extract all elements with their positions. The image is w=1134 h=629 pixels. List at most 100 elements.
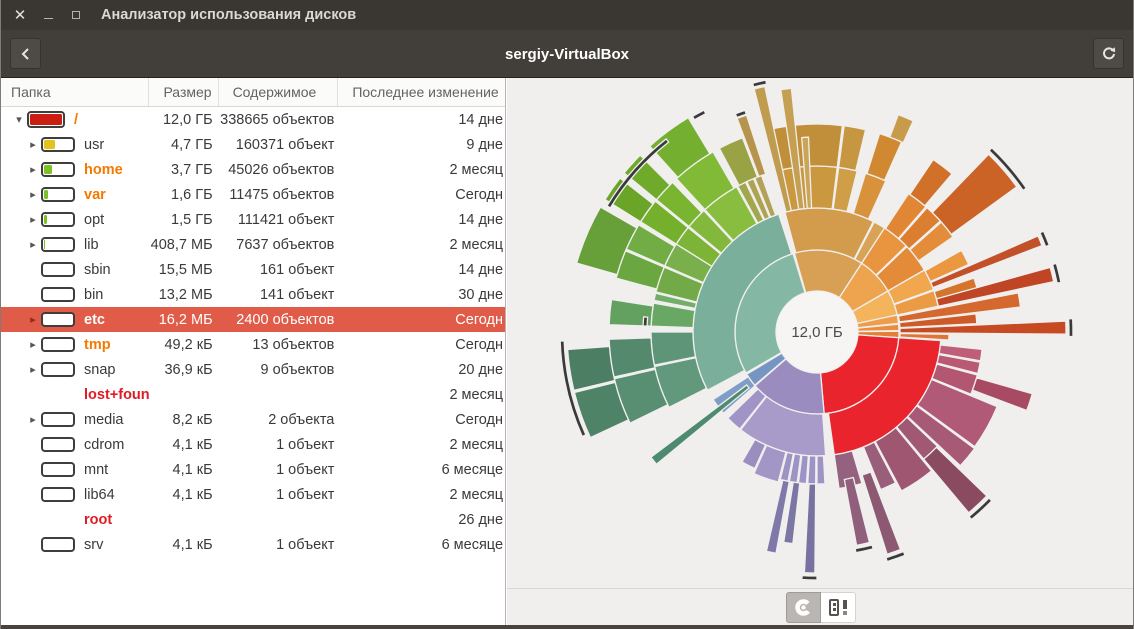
cell-contents: 160371 объект: [219, 132, 339, 157]
cell-contents: 1 объект: [219, 457, 339, 482]
usage-bar-icon: [41, 412, 75, 427]
chart-segment[interactable]: [804, 484, 815, 573]
location-title: sergiy-VirtualBox: [1, 30, 1133, 78]
maximize-icon[interactable]: [69, 8, 83, 22]
chart-segment[interactable]: [817, 456, 825, 484]
folder-name: lost+found: [84, 387, 149, 403]
cell-size: 49,2 кБ: [149, 332, 219, 357]
folder-name: tmp: [84, 337, 111, 353]
chart-segment[interactable]: [890, 115, 913, 143]
expander-closed-icon[interactable]: ▸: [25, 413, 41, 426]
cell-modified: 2 месяц: [338, 432, 505, 457]
cell-contents: 1 объект: [219, 532, 339, 557]
table-row[interactable]: ▸media8,2 кБ2 объектаСегодн: [1, 407, 505, 432]
chart-center-label: 12,0 ГБ: [791, 324, 842, 341]
cell-contents: 11475 объектов: [219, 182, 339, 207]
folder-name: root: [84, 512, 112, 528]
expander-closed-icon[interactable]: ▸: [25, 363, 41, 376]
usage-bar-icon: [41, 362, 75, 377]
table-row[interactable]: bin13,2 МБ141 объект30 дне: [1, 282, 505, 307]
table-row[interactable]: sbin15,5 МБ161 объект14 дне: [1, 257, 505, 282]
folder-table: Папка Размер Содержимое Последнее измене…: [1, 78, 506, 625]
expander-closed-icon[interactable]: ▸: [25, 338, 41, 351]
minimize-icon[interactable]: [41, 8, 55, 22]
folder-name: media: [84, 412, 124, 428]
chart-segment[interactable]: [867, 134, 902, 181]
window-title: Анализатор использования дисков: [101, 7, 356, 23]
table-row[interactable]: cdrom4,1 кБ1 объект2 месяц: [1, 432, 505, 457]
cell-contents: 1 объект: [219, 432, 339, 457]
chart-segment[interactable]: [1069, 319, 1073, 337]
expander-open-icon[interactable]: ▾: [11, 113, 27, 126]
table-row[interactable]: ▸var1,6 ГБ11475 объектовСегодн: [1, 182, 505, 207]
folder-name: usr: [84, 137, 104, 153]
treemap-chart-icon: [829, 599, 847, 616]
table-row[interactable]: lib644,1 кБ1 объект2 месяц: [1, 482, 505, 507]
chart-segment[interactable]: [808, 456, 816, 484]
cell-size: 12,0 ГБ: [149, 107, 219, 132]
chart-segment[interactable]: [839, 126, 866, 171]
expander-closed-icon[interactable]: ▸: [25, 213, 41, 226]
treemap-chart-toggle[interactable]: [821, 592, 856, 623]
table-row[interactable]: lost+found2 месяц: [1, 382, 505, 407]
cell-size: 36,9 кБ: [149, 357, 219, 382]
refresh-icon: [1100, 45, 1118, 63]
cell-contents: 2 объекта: [219, 407, 339, 432]
table-row[interactable]: mnt4,1 кБ1 объект6 месяце: [1, 457, 505, 482]
rings-chart-toggle[interactable]: [786, 592, 821, 623]
chart-segment[interactable]: [853, 173, 886, 219]
cell-contents: 13 объектов: [219, 332, 339, 357]
table-row[interactable]: ▸tmp49,2 кБ13 объектовСегодн: [1, 332, 505, 357]
column-header-folder[interactable]: Папка: [1, 78, 149, 106]
refresh-button[interactable]: [1093, 38, 1124, 69]
table-row[interactable]: ▾/12,0 ГБ338665 объектов14 дне: [1, 107, 505, 132]
table-row[interactable]: ▸etc16,2 МБ2400 объектовСегодн: [1, 307, 505, 332]
cell-modified: 20 дне: [338, 357, 505, 382]
rings-chart: 12,0 ГБ: [507, 78, 1134, 588]
cell-contents: [219, 507, 339, 532]
chart-segment[interactable]: [855, 545, 873, 553]
folder-name: sbin: [84, 262, 111, 278]
expander-closed-icon[interactable]: ▸: [25, 163, 41, 176]
expander-closed-icon[interactable]: ▸: [25, 138, 41, 151]
cell-modified: Сегодн: [338, 307, 505, 332]
cell-contents: 9 объектов: [219, 357, 339, 382]
back-button[interactable]: [10, 38, 41, 69]
folder-name: srv: [84, 537, 103, 553]
table-row[interactable]: root26 дне: [1, 507, 505, 532]
table-row[interactable]: ▸home3,7 ГБ45026 объектов2 месяц: [1, 157, 505, 182]
chart-segment[interactable]: [643, 317, 648, 326]
usage-bar-icon: [41, 337, 75, 352]
cell-modified: 30 дне: [338, 282, 505, 307]
close-icon[interactable]: ✕: [13, 8, 27, 22]
cell-size: 13,2 МБ: [149, 282, 219, 307]
cell-size: [149, 507, 219, 532]
table-row[interactable]: srv4,1 кБ1 объект6 месяце: [1, 532, 505, 557]
headerbar: sergiy-VirtualBox: [1, 30, 1133, 78]
table-row[interactable]: ▸lib408,7 МБ7637 объектов2 месяц: [1, 232, 505, 257]
cell-contents: 7637 объектов: [219, 232, 339, 257]
column-header-contents[interactable]: Содержимое: [219, 78, 339, 106]
titlebar: ✕ Анализатор использования дисков: [1, 0, 1133, 30]
usage-bar-icon: [41, 187, 75, 202]
folder-table-body: ▾/12,0 ГБ338665 объектов14 дне▸usr4,7 ГБ…: [1, 107, 505, 557]
chart-segment[interactable]: [693, 110, 706, 120]
column-header-size[interactable]: Размер: [149, 78, 219, 106]
expander-closed-icon[interactable]: ▸: [25, 238, 41, 251]
folder-name: home: [84, 162, 123, 178]
usage-bar-icon: [41, 537, 75, 552]
column-header-modified[interactable]: Последнее изменение: [338, 78, 505, 106]
table-row[interactable]: ▸usr4,7 ГБ160371 объект9 дне: [1, 132, 505, 157]
usage-bar-icon: [41, 137, 75, 152]
table-row[interactable]: ▸snap36,9 кБ9 объектов20 дне: [1, 357, 505, 382]
cell-modified: Сегодн: [338, 407, 505, 432]
usage-bar-icon: [41, 312, 75, 327]
folder-name: mnt: [84, 462, 108, 478]
table-row[interactable]: ▸opt1,5 ГБ111421 объект14 дне: [1, 207, 505, 232]
chart-segment[interactable]: [802, 576, 817, 580]
cell-size: 4,1 кБ: [149, 432, 219, 457]
cell-size: 4,1 кБ: [149, 482, 219, 507]
rings-chart-panel: 12,0 ГБ: [507, 78, 1134, 588]
expander-closed-icon[interactable]: ▸: [25, 188, 41, 201]
expander-closed-icon[interactable]: ▸: [25, 313, 41, 326]
